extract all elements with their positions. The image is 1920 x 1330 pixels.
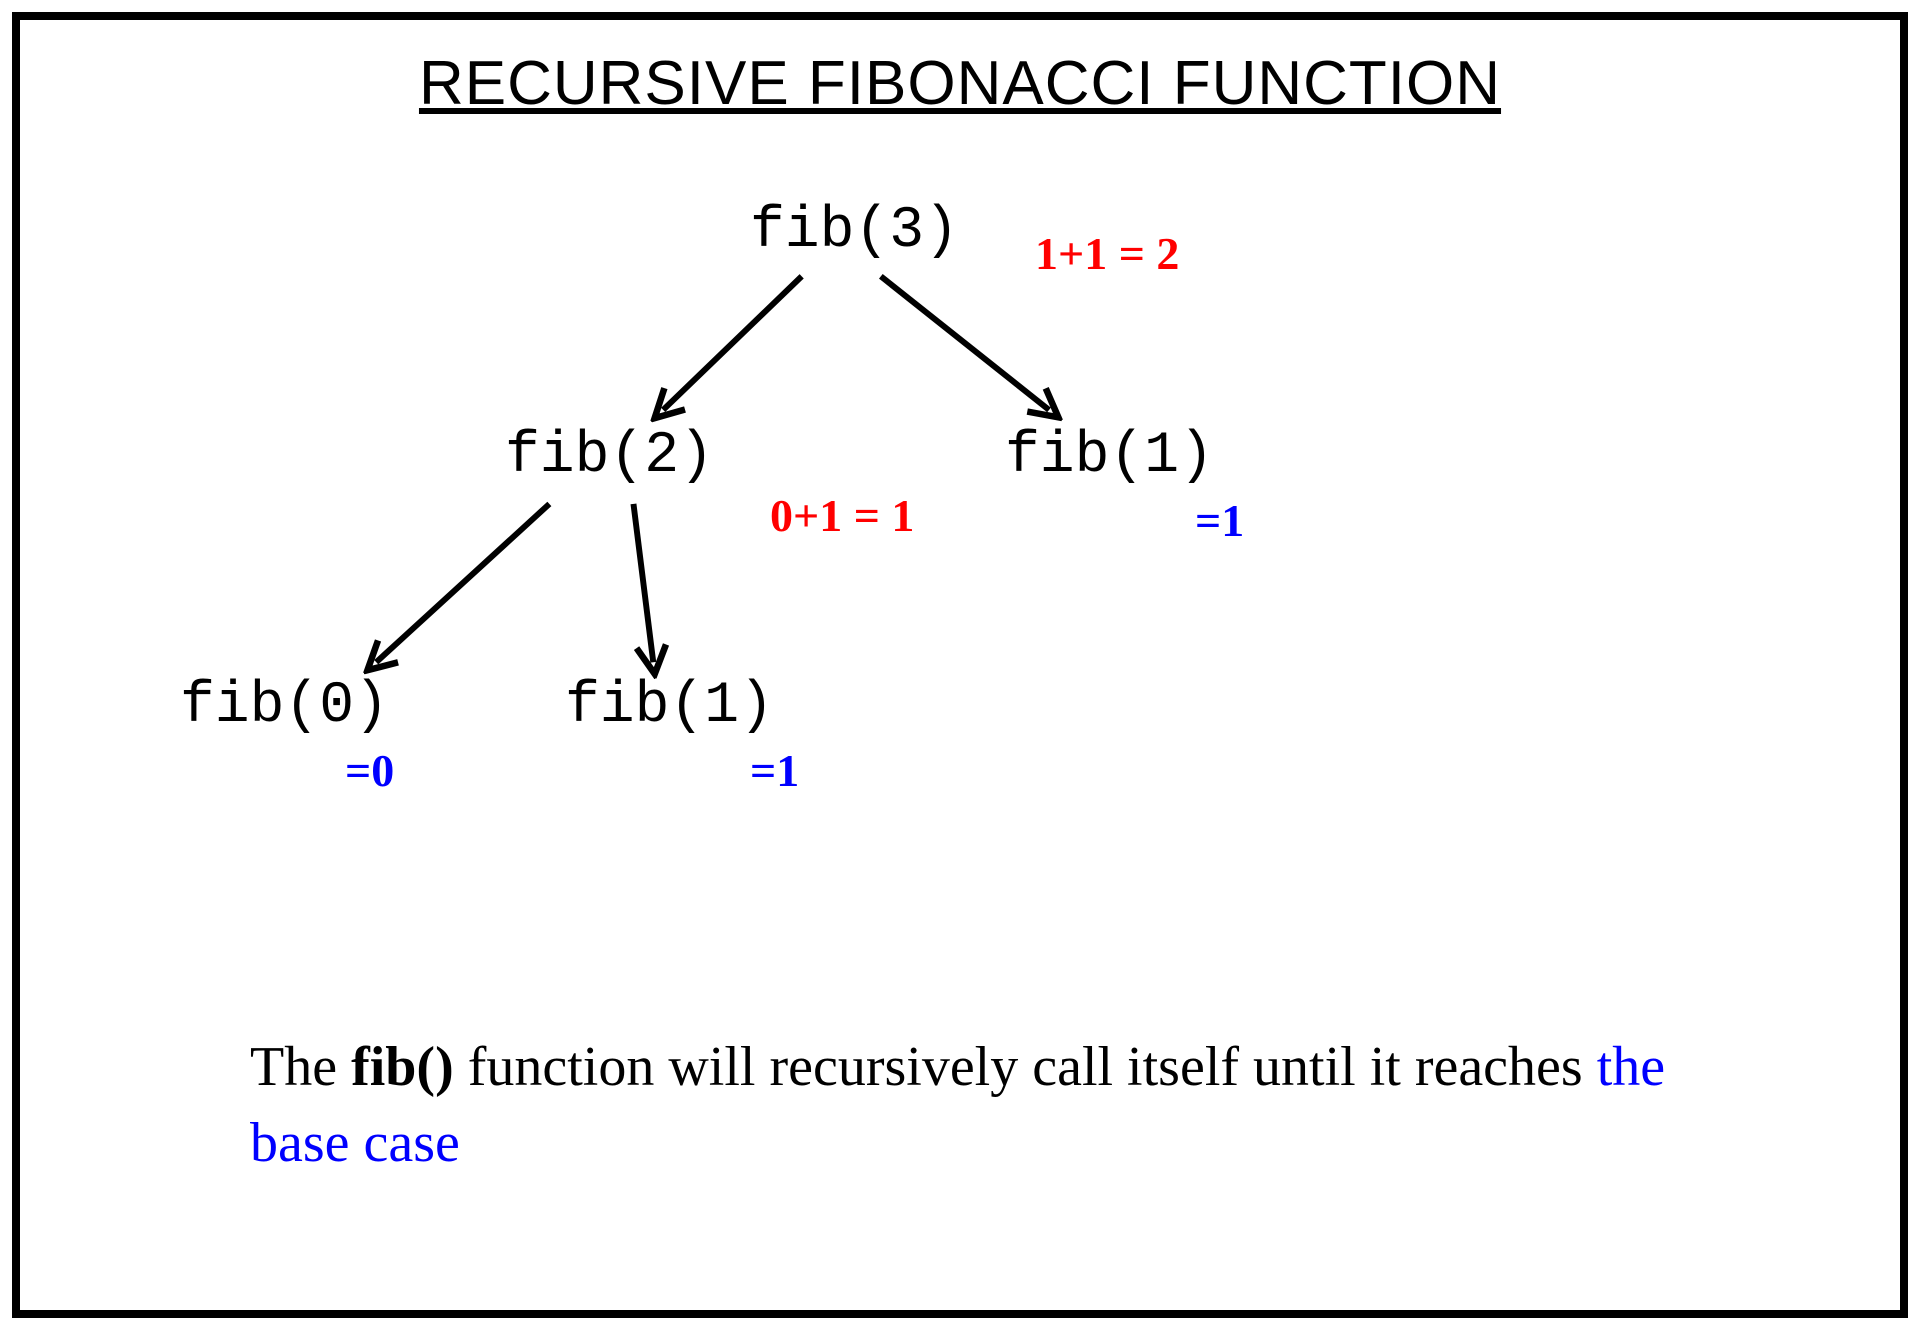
caption-text: The fib() function will recursively call… <box>250 1030 1760 1181</box>
tree-arrows <box>20 119 1900 869</box>
caption-part2: function will recursively call itself un… <box>454 1036 1597 1098</box>
caption-bold: fib() <box>351 1036 454 1098</box>
page-title: RECURSIVE FIBONACCI FUNCTION <box>20 48 1900 119</box>
caption-part1: The <box>250 1036 351 1098</box>
diagram-frame: RECURSIVE FIBONACCI FUNCTION fib(3) 1+1 … <box>12 12 1908 1318</box>
recursion-tree-diagram: fib(3) 1+1 = 2 fib(2) 0+1 = 1 fib(1) =1 … <box>20 119 1900 869</box>
